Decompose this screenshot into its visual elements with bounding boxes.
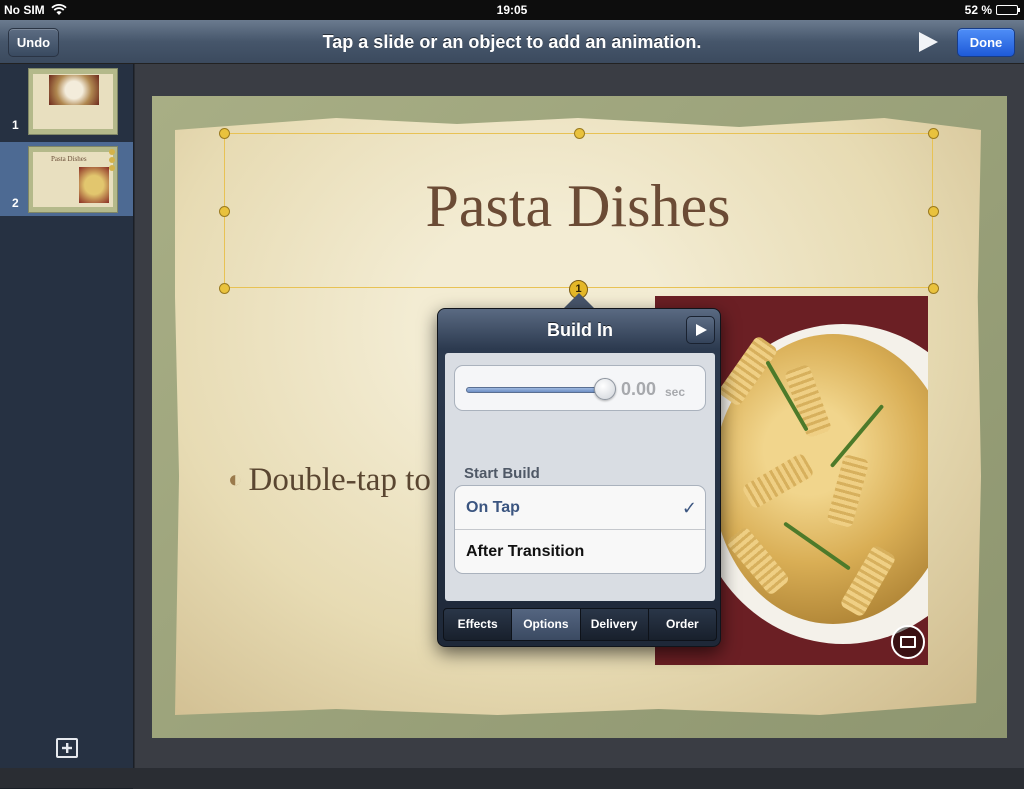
duration-unit: sec [665,385,686,399]
slide-navigator: 1 2 Pasta Dishes [0,64,134,789]
resize-handle[interactable] [574,128,585,139]
thumbnail-image: Pasta Dishes [28,146,118,213]
build-in-popover: Build In 0.00 sec Start Build On Tap ✓ A… [437,308,721,647]
tab-order[interactable]: Order [649,609,716,640]
bullet-text[interactable]: ◐ Double-tap to [228,462,431,499]
add-slide-icon[interactable] [56,738,78,758]
resize-handle[interactable] [219,128,230,139]
play-icon[interactable] [917,31,939,53]
clock: 19:05 [496,3,528,17]
selection-box[interactable] [224,133,933,288]
duration-slider-knob[interactable] [594,378,616,400]
slide-thumbnail-1[interactable]: 1 [0,64,133,138]
toolbar-title: Tap a slide or an object to add an anima… [322,32,702,52]
status-bar: No SIM 19:05 52 % [0,0,1024,20]
tab-delivery[interactable]: Delivery [581,609,649,640]
duration-value: 0.00 [621,379,657,399]
battery-percent: 52 % [964,3,992,17]
play-icon [695,324,707,336]
resize-handle[interactable] [219,283,230,294]
duration-track[interactable] [466,387,606,393]
battery-icon [996,5,1020,15]
preview-play-button[interactable] [686,316,715,344]
toolbar: Tap a slide or an object to add an anima… [0,20,1024,64]
option-on-tap[interactable]: On Tap ✓ [455,486,705,530]
popover-title: Build In [547,320,613,340]
undo-button[interactable]: Undo [8,28,59,57]
option-label: On Tap [466,499,520,516]
resize-handle[interactable] [219,206,230,217]
popover-body: 0.00 sec Start Build On Tap ✓ After Tran… [445,353,715,601]
resize-handle[interactable] [928,206,939,217]
battery-area: 52 % [964,3,1020,17]
slide-thumbnail-2[interactable]: 2 Pasta Dishes [0,142,133,216]
slide-number: 1 [12,118,19,132]
thumbnail-image [28,68,118,135]
tab-effects[interactable]: Effects [444,609,513,640]
duration-control: 0.00 sec [454,365,706,411]
slide-number: 2 [12,196,19,210]
bullet-icon: ◐ [228,467,243,493]
thumbnail-title: Pasta Dishes [51,155,87,163]
checkmark-icon: ✓ [681,498,697,518]
done-button[interactable]: Done [957,28,1015,57]
resize-handle[interactable] [928,283,939,294]
build-tabs: Effects Options Delivery Order [443,608,717,641]
option-label: After Transition [466,543,585,560]
option-after-transition[interactable]: After Transition [455,530,705,573]
image-icon[interactable] [891,625,925,659]
start-build-label: Start Build [464,465,540,482]
bullet-label: Double-tap to [248,462,431,498]
start-build-options: On Tap ✓ After Transition [454,485,706,574]
resize-handle[interactable] [928,128,939,139]
popover-arrow [563,293,595,309]
tab-options[interactable]: Options [512,609,581,640]
